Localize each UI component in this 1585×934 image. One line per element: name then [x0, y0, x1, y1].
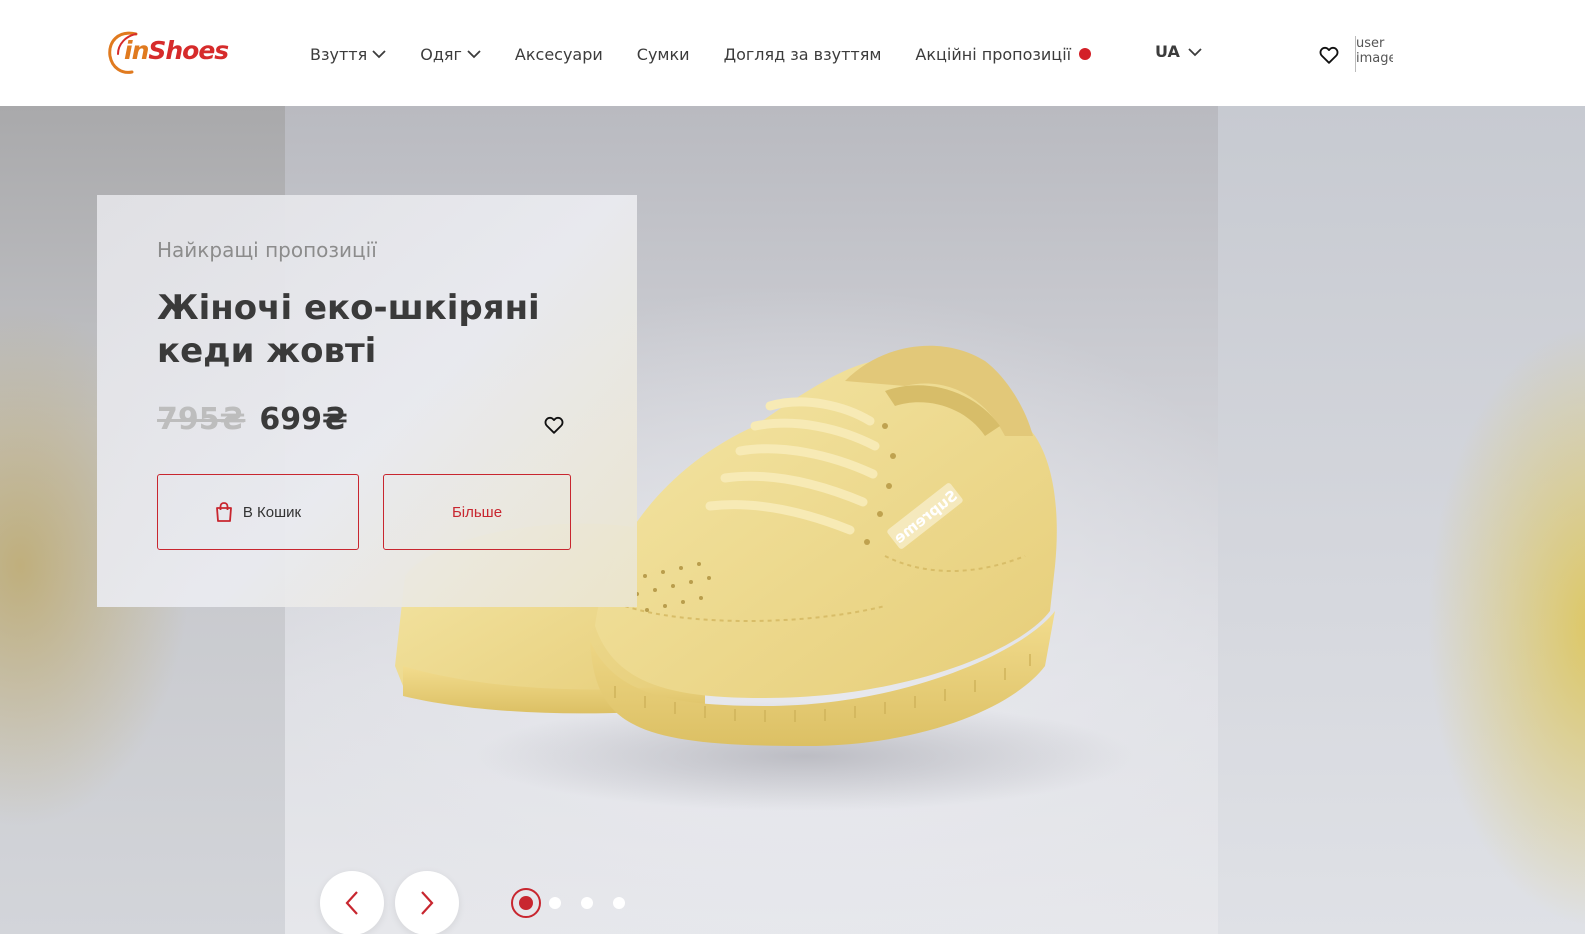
- slider-dot-2[interactable]: [549, 897, 561, 909]
- inshoes-logo[interactable]: inShoes: [106, 28, 230, 76]
- add-to-cart-label: В Кошик: [242, 503, 302, 521]
- nav-item-label: Сумки: [636, 44, 690, 64]
- price-row: 795₴ 699₴: [157, 402, 348, 437]
- nav-item-label: Догляд за взуттям: [723, 44, 882, 64]
- site-header: inShoes Взуття Одяг Аксесуари Сумки Догл…: [0, 0, 1585, 106]
- nav-item-promotions[interactable]: Акційні пропозиції: [915, 44, 1092, 64]
- hero-slider: Supreme Найкращі пропозиції Жіночі еко-ш…: [0, 106, 1585, 934]
- language-label: UA: [1155, 42, 1180, 61]
- chevron-left-icon: [345, 891, 358, 915]
- shopping-bag-icon: [215, 502, 232, 522]
- nav-item-label: Одяг: [420, 44, 462, 64]
- user-avatar-alt-text: user image: [1356, 36, 1393, 66]
- product-title: Жіночі еко-шкіряні кеди жовті: [157, 288, 540, 371]
- nav-item-footwear[interactable]: Взуття: [310, 45, 386, 64]
- nav-item-label: Акційні пропозиції: [915, 44, 1072, 64]
- slider-dot-3[interactable]: [581, 897, 593, 909]
- more-details-label: Більше: [451, 503, 503, 521]
- old-price: 795₴: [157, 402, 246, 437]
- favorites-heart-icon[interactable]: [1318, 44, 1340, 66]
- add-to-cart-button[interactable]: В Кошик: [157, 474, 359, 550]
- logo-text: inShoes: [124, 36, 229, 65]
- chevron-down-icon: [372, 50, 386, 59]
- card-tagline: Найкращі пропозиції: [157, 238, 377, 262]
- slider-dot-4[interactable]: [613, 897, 625, 909]
- slider-next-button[interactable]: [395, 871, 459, 934]
- chevron-right-icon: [421, 891, 434, 915]
- nav-item-label: Взуття: [310, 44, 368, 64]
- chevron-down-icon: [1188, 47, 1202, 56]
- language-selector[interactable]: UA: [1155, 42, 1202, 61]
- next-slide-preview: [1218, 106, 1585, 934]
- slider-dot-1[interactable]: [511, 888, 541, 918]
- user-avatar[interactable]: user image: [1355, 36, 1393, 72]
- main-nav: Взуття Одяг Аксесуари Сумки Догляд за вз…: [310, 42, 1125, 66]
- add-to-favorites-heart-icon[interactable]: [543, 414, 565, 436]
- nav-item-label: Аксесуари: [514, 44, 603, 64]
- promo-badge-dot: [1079, 48, 1092, 60]
- current-price: 699₴: [259, 402, 348, 437]
- nav-item-shoe-care[interactable]: Догляд за взуттям: [724, 45, 882, 64]
- nav-item-accessories[interactable]: Аксесуари: [515, 45, 603, 64]
- chevron-down-icon: [467, 50, 481, 59]
- slider-prev-button[interactable]: [320, 871, 384, 934]
- nav-item-bags[interactable]: Сумки: [637, 45, 690, 64]
- slider-pagination: [511, 888, 645, 918]
- nav-item-clothing[interactable]: Одяг: [420, 45, 481, 64]
- more-details-button[interactable]: Більше: [383, 474, 571, 550]
- product-card: Найкращі пропозиції Жіночі еко-шкіряні к…: [97, 195, 637, 607]
